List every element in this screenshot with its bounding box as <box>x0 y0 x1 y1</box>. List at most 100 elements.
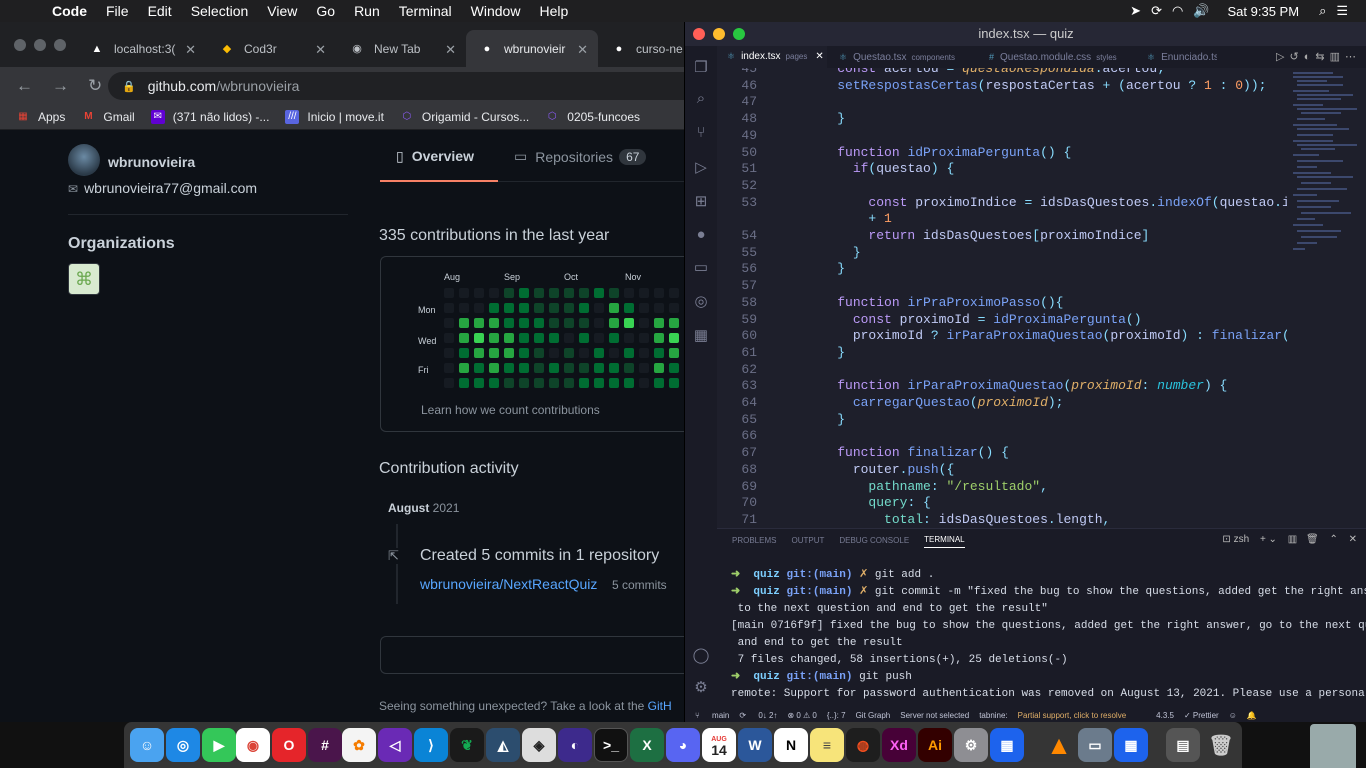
contribution-day[interactable] <box>654 363 664 373</box>
contribution-day[interactable] <box>624 348 634 358</box>
code-line[interactable]: } <box>806 345 845 360</box>
contribution-day[interactable] <box>639 288 649 298</box>
split-editor-icon[interactable]: ▥ <box>1330 51 1345 63</box>
code-line[interactable] <box>806 94 837 109</box>
bookmark-moveit[interactable]: /// Inicio | move.it <box>285 109 384 124</box>
notion-icon[interactable]: N <box>774 728 808 762</box>
contribution-day[interactable] <box>459 318 469 328</box>
contribution-day[interactable] <box>624 288 634 298</box>
terminal-icon[interactable]: >_ <box>594 728 628 762</box>
contribution-day[interactable] <box>654 378 664 388</box>
panel-tab-problems[interactable]: PROBLEMS <box>732 536 776 545</box>
visual-studio-icon[interactable]: ◁ <box>378 728 412 762</box>
contribution-day[interactable] <box>579 363 589 373</box>
minimize-window-button[interactable] <box>713 28 725 40</box>
contribution-day[interactable] <box>579 303 589 313</box>
code-line[interactable] <box>806 278 837 293</box>
contribution-day[interactable] <box>594 318 604 328</box>
code-line[interactable]: const proximoIndice = idsDasQuestoes.ind… <box>806 195 1287 210</box>
editor-tab-index[interactable]: ⚛ index.tsx pages ✕ <box>717 46 827 68</box>
code-line[interactable]: if(questao) { <box>806 161 954 176</box>
contribution-day[interactable] <box>444 333 454 343</box>
contribution-day[interactable] <box>474 348 484 358</box>
contribution-day[interactable] <box>564 378 574 388</box>
activity-summary[interactable]: Created 5 commits in 1 repository <box>420 547 659 565</box>
contribution-day[interactable] <box>549 363 559 373</box>
contribution-day[interactable] <box>624 318 634 328</box>
explorer-icon[interactable]: ❐ <box>691 58 711 78</box>
menu-file[interactable]: File <box>106 3 129 19</box>
tab-curso[interactable]: ● curso-ne <box>598 30 684 67</box>
compare-icon[interactable]: ◐ <box>1304 51 1316 63</box>
contribution-day[interactable] <box>489 288 499 298</box>
contribution-day[interactable] <box>564 288 574 298</box>
contribution-day[interactable] <box>474 378 484 388</box>
contribution-day[interactable] <box>624 378 634 388</box>
code-line[interactable]: const proximoId = idProximaPergunta() <box>806 312 1142 327</box>
menu-edit[interactable]: Edit <box>148 3 172 19</box>
account-icon[interactable]: ◯ <box>691 646 711 666</box>
contribution-day[interactable] <box>609 303 619 313</box>
code-line[interactable]: total: idsDasQuestoes.length, <box>806 512 1110 527</box>
code-line[interactable]: } <box>806 412 845 427</box>
docker-icon[interactable]: ▦ <box>990 728 1024 762</box>
contribution-day[interactable] <box>549 333 559 343</box>
contribution-day[interactable] <box>489 363 499 373</box>
contribution-day[interactable] <box>654 333 664 343</box>
contribution-day[interactable] <box>504 378 514 388</box>
more-actions-icon[interactable]: ⋯ <box>1345 51 1361 63</box>
tab-localhost[interactable]: ▲ localhost:3( ✕ <box>76 30 206 67</box>
downloads-stack-icon[interactable]: ▤ <box>1166 728 1200 762</box>
contribution-day[interactable] <box>609 318 619 328</box>
problems-status[interactable]: ⊗ 0 ⚠ 0 <box>787 711 816 720</box>
calendar-icon[interactable]: AUG 14 <box>702 728 736 762</box>
contribution-day[interactable] <box>594 303 604 313</box>
shell-name[interactable]: zsh <box>1234 534 1250 545</box>
contribution-day[interactable] <box>609 288 619 298</box>
maximize-panel-icon[interactable]: ⌃ <box>1329 534 1337 545</box>
code-line[interactable] <box>806 428 837 443</box>
contribution-day[interactable] <box>534 288 544 298</box>
zoom-window-button[interactable] <box>54 39 66 51</box>
contribution-day[interactable] <box>474 333 484 343</box>
run-debug-icon[interactable]: ▷ <box>691 158 711 178</box>
panel-tab-output[interactable]: OUTPUT <box>791 536 824 545</box>
clock[interactable]: Sat 9:35 PM <box>1228 4 1300 19</box>
contribution-day[interactable] <box>504 348 514 358</box>
contribution-day[interactable] <box>609 378 619 388</box>
contribution-day[interactable] <box>519 288 529 298</box>
menu-app-name[interactable]: Code <box>52 3 87 19</box>
github-icon[interactable]: ● <box>691 226 711 246</box>
history-icon[interactable]: ↺ <box>1290 51 1304 63</box>
contribution-day[interactable] <box>624 363 634 373</box>
search-icon[interactable]: ⌕ <box>1319 3 1326 19</box>
url-input[interactable]: 🔒 github.com/wbrunovieira <box>108 72 684 100</box>
search-icon[interactable]: ⌕ <box>691 90 711 110</box>
contribution-day[interactable] <box>564 318 574 328</box>
menu-help[interactable]: Help <box>539 3 568 19</box>
code-line[interactable]: } <box>806 261 845 276</box>
code-line[interactable]: router.push({ <box>806 462 954 477</box>
contribution-day[interactable] <box>594 378 604 388</box>
code-line[interactable]: function irParaProximaQuestao(proximoId:… <box>806 378 1227 393</box>
contribution-day[interactable] <box>474 363 484 373</box>
slack-icon[interactable]: # <box>308 728 342 762</box>
contribution-day[interactable] <box>489 348 499 358</box>
docker-icon[interactable]: ▦ <box>1114 728 1148 762</box>
mongodb-icon[interactable]: ❦ <box>450 728 484 762</box>
contribution-day[interactable] <box>669 378 679 388</box>
contribution-day[interactable] <box>579 333 589 343</box>
code-line[interactable]: proximoId ? irParaProximaQuestao(proximo… <box>806 328 1287 343</box>
close-tab-icon[interactable]: ✕ <box>315 42 326 58</box>
contribution-day[interactable] <box>504 303 514 313</box>
contribution-day[interactable] <box>504 318 514 328</box>
tab-cod3r[interactable]: ◆ Cod3r ✕ <box>206 30 336 67</box>
contribution-day[interactable] <box>639 303 649 313</box>
code-editor[interactable]: 45 const acertou = questaoRespondida.ace… <box>717 68 1287 528</box>
branch-status[interactable]: ⑂ main <box>695 711 729 720</box>
contribution-day[interactable] <box>519 378 529 388</box>
run-icon[interactable]: ▷ <box>1276 51 1289 63</box>
contribution-day[interactable] <box>459 363 469 373</box>
contribution-day[interactable] <box>594 363 604 373</box>
folder-icon[interactable]: ▭ <box>691 258 711 278</box>
